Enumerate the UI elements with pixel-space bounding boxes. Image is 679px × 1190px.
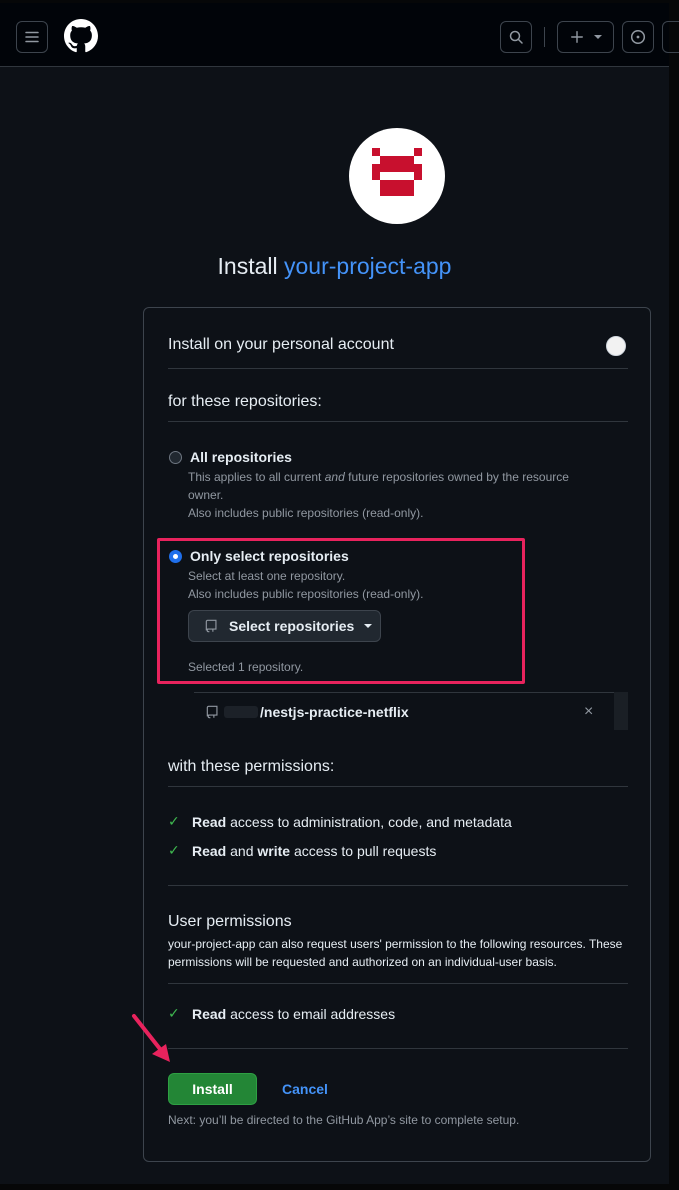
avatar: [606, 336, 626, 356]
divider: [168, 786, 628, 787]
divider: [168, 368, 628, 369]
create-new-button[interactable]: [557, 21, 614, 53]
hamburger-icon: [25, 31, 39, 43]
plus-icon: [570, 31, 583, 43]
chevron-down-icon: [593, 35, 602, 39]
all-repositories-radio[interactable]: [169, 451, 182, 464]
user-permissions-description: your-project-app can also request users'…: [168, 937, 623, 969]
repo-icon: [206, 705, 218, 719]
permission-item: Read access to administration, code, and…: [192, 814, 512, 830]
select-repositories-label: Select repositories: [229, 618, 355, 634]
app-logo-icon: [372, 148, 422, 196]
divider: [168, 1048, 628, 1049]
only-select-repositories-radio[interactable]: [169, 550, 182, 563]
caret-down-icon: [364, 624, 373, 628]
all-repositories-note: This applies to all current and future r…: [188, 470, 569, 520]
page-title: Install your-project-app: [0, 253, 669, 280]
app-name-link[interactable]: your-project-app: [284, 253, 451, 279]
user-permissions-title: User permissions: [168, 913, 292, 930]
app-avatar: [349, 128, 445, 224]
pull-requests-button[interactable]: [662, 21, 679, 53]
only-select-note: Select at least one repository. Also inc…: [188, 569, 424, 601]
github-mark-icon[interactable]: [64, 19, 98, 53]
selected-repo-row: /nestjs-practice-netflix ×: [194, 692, 628, 730]
redacted-owner: [224, 706, 258, 718]
scrollbar[interactable]: [614, 692, 628, 730]
select-repositories-button[interactable]: Select repositories: [188, 610, 381, 642]
all-repositories-label[interactable]: All repositories: [190, 449, 292, 465]
permission-item: Read and write access to pull requests: [192, 843, 437, 859]
account-section-title: Install on your personal account: [168, 336, 394, 353]
next-step-note: Next: you’ll be directed to the GitHub A…: [168, 1113, 520, 1127]
divider: [168, 983, 628, 984]
header-divider: [544, 27, 545, 47]
permissions-section-title: with these permissions:: [168, 758, 335, 775]
install-button[interactable]: Install: [168, 1073, 257, 1105]
issue-opened-icon: [630, 29, 646, 45]
divider: [168, 421, 628, 422]
search-icon: [509, 30, 523, 44]
issues-button[interactable]: [622, 21, 654, 53]
check-icon: ✓: [168, 842, 180, 858]
selected-repo-name: /nestjs-practice-netflix: [260, 704, 409, 720]
menu-button[interactable]: [16, 21, 48, 53]
cancel-link[interactable]: Cancel: [282, 1081, 328, 1097]
check-icon: ✓: [168, 813, 180, 829]
selected-count: Selected 1 repository.: [188, 660, 304, 674]
remove-repo-button[interactable]: ×: [584, 703, 593, 721]
top-header: [0, 3, 679, 67]
only-select-repositories-label[interactable]: Only select repositories: [190, 548, 349, 564]
user-permission-item: Read access to email addresses: [192, 1006, 396, 1022]
install-card: Install on your personal account for the…: [143, 307, 651, 1162]
install-prefix: Install: [217, 253, 278, 279]
annotation-arrow-icon: [132, 1014, 170, 1062]
repo-icon: [205, 619, 217, 633]
divider: [168, 885, 628, 886]
repos-section-title: for these repositories:: [168, 393, 322, 410]
search-button[interactable]: [500, 21, 532, 53]
